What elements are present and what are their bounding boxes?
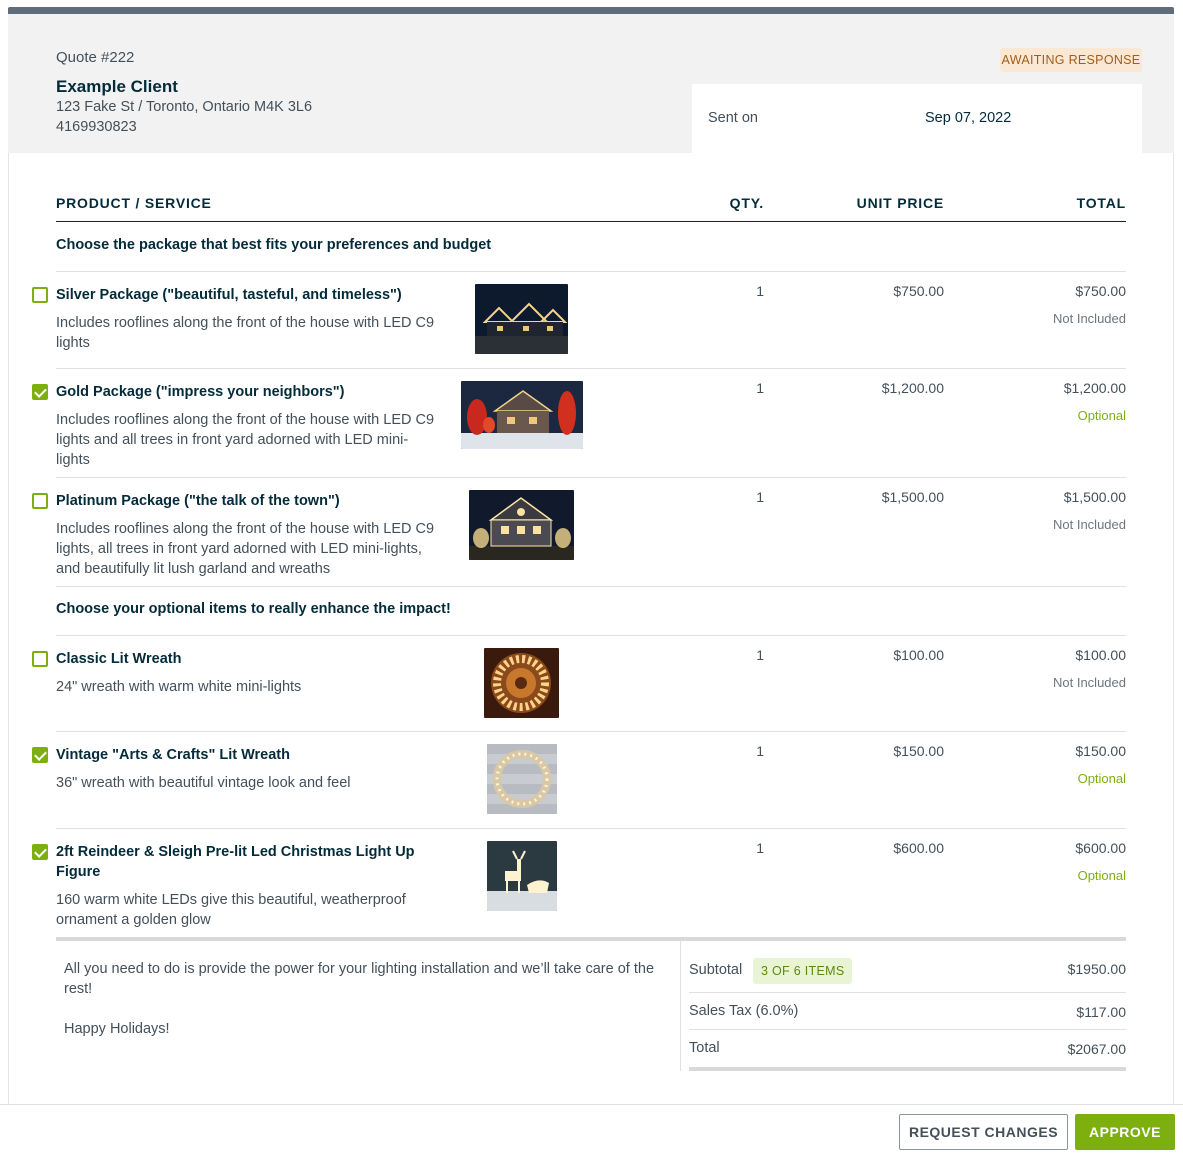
item-checkbox[interactable]	[32, 287, 48, 303]
client-address: 123 Fake St / Toronto, Ontario M4K 3L6	[56, 99, 313, 115]
summary-bottom-line	[689, 1067, 1126, 1071]
wreath-photo	[487, 744, 557, 814]
item-checkbox-checked[interactable]	[32, 844, 48, 860]
item-description: 160 warm white LEDs give this beautiful,…	[56, 892, 406, 928]
item-name: Classic Lit Wreath	[56, 651, 182, 667]
notes-paragraph: Happy Holidays!	[64, 1021, 170, 1037]
subtotal-value: $1950.00	[1067, 961, 1126, 977]
reindeer-photo	[487, 841, 557, 911]
item-unit-price: $600.00	[893, 840, 944, 856]
item-qty: 1	[756, 743, 764, 759]
item-description: Includes rooflines along the front of th…	[56, 315, 435, 351]
item-status: Not Included	[1053, 675, 1126, 690]
approve-button[interactable]: APPROVE	[1075, 1114, 1175, 1150]
line-item-row: 2ft Reindeer & Sleigh Pre-lit Led Christ…	[0, 828, 1183, 937]
summary-line	[689, 992, 1126, 993]
item-name: Vintage "Arts & Crafts" Lit Wreath	[56, 747, 290, 763]
summary-line	[689, 1029, 1126, 1030]
item-checkbox[interactable]	[32, 651, 48, 667]
item-description: 36" wreath with beautiful vintage look a…	[56, 775, 351, 791]
notes-paragraph: All you need to do is provide the power …	[64, 961, 655, 997]
line-item-row: Vintage "Arts & Crafts" Lit Wreath 36" w…	[0, 731, 1183, 828]
item-total: $600.00	[1075, 840, 1126, 856]
header-product: PRODUCT / SERVICE	[56, 195, 212, 211]
summary-vertical-divider	[680, 941, 681, 1071]
item-checkbox-checked[interactable]	[32, 747, 48, 763]
item-status: Optional	[1077, 868, 1126, 883]
item-unit-price: $100.00	[893, 647, 944, 663]
header-unit-price: UNIT PRICE	[856, 195, 944, 211]
header-divider	[56, 221, 1126, 222]
divider	[56, 586, 1126, 587]
item-qty: 1	[756, 489, 764, 505]
item-name: Gold Package ("impress your neighbors")	[56, 384, 345, 400]
item-name: 2ft Reindeer & Sleigh Pre-lit Led Christ…	[56, 844, 415, 880]
item-total: $100.00	[1075, 647, 1126, 663]
line-item-row: Gold Package ("impress your neighbors") …	[0, 368, 1183, 477]
item-total: $1,500.00	[1063, 489, 1126, 505]
item-qty: 1	[756, 840, 764, 856]
item-unit-price: $1,200.00	[881, 380, 944, 396]
item-unit-price: $750.00	[893, 283, 944, 299]
line-item-row: Silver Package ("beautiful, tasteful, an…	[0, 271, 1183, 368]
tax-value: $117.00	[1076, 1004, 1126, 1020]
total-label: Total	[689, 1040, 720, 1056]
item-status: Optional	[1077, 408, 1126, 423]
item-name: Platinum Package ("the talk of the town"…	[56, 493, 340, 509]
item-unit-price: $150.00	[893, 743, 944, 759]
quote-number: Quote #222	[56, 49, 135, 66]
total-value: $2067.00	[1067, 1041, 1126, 1057]
item-status: Not Included	[1053, 517, 1126, 532]
house-lights-photo	[469, 490, 574, 560]
status-badge: AWAITING RESPONSE	[1000, 48, 1142, 72]
sent-on-date: Sep 07, 2022	[925, 110, 1012, 126]
item-total: $150.00	[1075, 743, 1126, 759]
client-name: Example Client	[56, 77, 178, 96]
section-title-packages: Choose the package that best fits your p…	[56, 237, 492, 253]
sent-on-label: Sent on	[708, 110, 758, 126]
item-checkbox-checked[interactable]	[32, 384, 48, 400]
item-checkbox[interactable]	[32, 493, 48, 509]
item-unit-price: $1,500.00	[881, 489, 944, 505]
summary-divider	[56, 937, 1126, 941]
item-qty: 1	[756, 380, 764, 396]
subtotal-label: Subtotal	[689, 962, 743, 978]
item-count-badge: 3 OF 6 ITEMS	[753, 958, 853, 984]
item-status: Not Included	[1053, 311, 1126, 326]
action-footer: REQUEST CHANGES APPROVE	[0, 1104, 1183, 1155]
header-total: TOTAL	[1076, 195, 1126, 211]
top-accent-bar	[8, 7, 1174, 14]
item-total: $1,200.00	[1063, 380, 1126, 396]
header-qty: QTY.	[729, 195, 764, 211]
house-lights-photo	[461, 381, 583, 449]
line-item-row: Classic Lit Wreath 24" wreath with warm …	[0, 635, 1183, 731]
item-description: 24" wreath with warm white mini-lights	[56, 679, 302, 695]
request-changes-button[interactable]: REQUEST CHANGES	[899, 1114, 1068, 1150]
wreath-photo	[484, 648, 559, 718]
item-qty: 1	[756, 283, 764, 299]
house-lights-photo	[475, 284, 568, 354]
item-description: Includes rooflines along the front of th…	[56, 412, 435, 468]
item-status: Optional	[1077, 771, 1126, 786]
section-title-optional: Choose your optional items to really enh…	[56, 601, 451, 617]
item-qty: 1	[756, 647, 764, 663]
sent-on-box: Sent on Sep 07, 2022	[692, 84, 1142, 153]
client-phone: 4169930823	[56, 119, 137, 135]
tax-label: Sales Tax (6.0%)	[689, 1003, 799, 1019]
quote-notes: All you need to do is provide the power …	[64, 959, 664, 1059]
line-item-row: Platinum Package ("the talk of the town"…	[0, 477, 1183, 586]
item-description: Includes rooflines along the front of th…	[56, 521, 435, 577]
item-name: Silver Package ("beautiful, tasteful, an…	[56, 287, 402, 303]
item-total: $750.00	[1075, 283, 1126, 299]
